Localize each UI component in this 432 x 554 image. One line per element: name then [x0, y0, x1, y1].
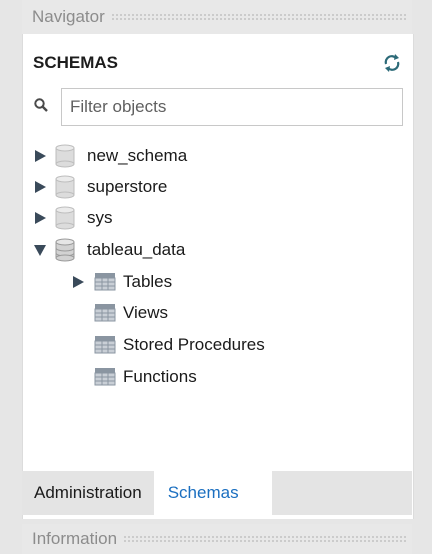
- triangle-down-icon[interactable]: [33, 243, 47, 257]
- tree-item-functions[interactable]: Functions: [71, 362, 197, 392]
- schemas-title: SCHEMAS: [33, 53, 119, 72]
- tab-administration[interactable]: Administration: [22, 471, 154, 515]
- tree-item-tableau-data[interactable]: tableau_data: [33, 235, 185, 265]
- triangle-right-icon[interactable]: [33, 180, 47, 194]
- navigator-header: Navigator: [22, 0, 412, 34]
- tree-item-new-schema[interactable]: new_schema: [33, 141, 187, 171]
- tree-item-label: superstore: [87, 177, 168, 196]
- tree-item-label: Stored Procedures: [123, 335, 265, 354]
- tree-item-label: tableau_data: [87, 240, 186, 259]
- database-icon: [55, 144, 75, 168]
- folder-table-icon: [94, 273, 116, 291]
- search-icon: [34, 98, 48, 112]
- tree-item-label: new_schema: [87, 146, 188, 165]
- navigator-title: Navigator: [32, 7, 105, 26]
- bottom-tabs: Administration Schemas: [22, 471, 412, 515]
- tree-item-label: Functions: [123, 367, 197, 386]
- triangle-right-icon[interactable]: [71, 275, 85, 289]
- tree-item-sys[interactable]: sys: [33, 203, 113, 233]
- header-grip-dots: [110, 13, 406, 21]
- filter-row: [31, 88, 407, 128]
- information-title: Information: [32, 529, 118, 548]
- schemas-header: SCHEMAS: [33, 50, 403, 76]
- folder-table-icon: [94, 368, 116, 386]
- tree-item-label: sys: [87, 208, 113, 227]
- triangle-right-icon[interactable]: [33, 211, 47, 225]
- tree-item-views[interactable]: Views: [71, 298, 168, 328]
- information-header: Information: [22, 524, 412, 554]
- folder-table-icon: [94, 304, 116, 322]
- database-icon: [55, 175, 75, 199]
- tree-item-label: Tables: [123, 272, 173, 291]
- tree-item-superstore[interactable]: superstore: [33, 172, 167, 202]
- schemas-panel: SCHEMAS new_schema: [22, 34, 414, 519]
- refresh-icon[interactable]: [381, 52, 403, 74]
- folder-table-icon: [94, 336, 116, 354]
- database-icon: [55, 206, 75, 230]
- tab-schemas[interactable]: Schemas: [153, 471, 272, 515]
- tree-item-stored-procedures[interactable]: Stored Procedures: [71, 330, 265, 360]
- database-icon: [55, 238, 75, 262]
- tree-item-tables[interactable]: Tables: [71, 267, 172, 297]
- tree-item-label: Views: [123, 303, 169, 322]
- filter-input[interactable]: [61, 88, 403, 126]
- triangle-right-icon[interactable]: [33, 149, 47, 163]
